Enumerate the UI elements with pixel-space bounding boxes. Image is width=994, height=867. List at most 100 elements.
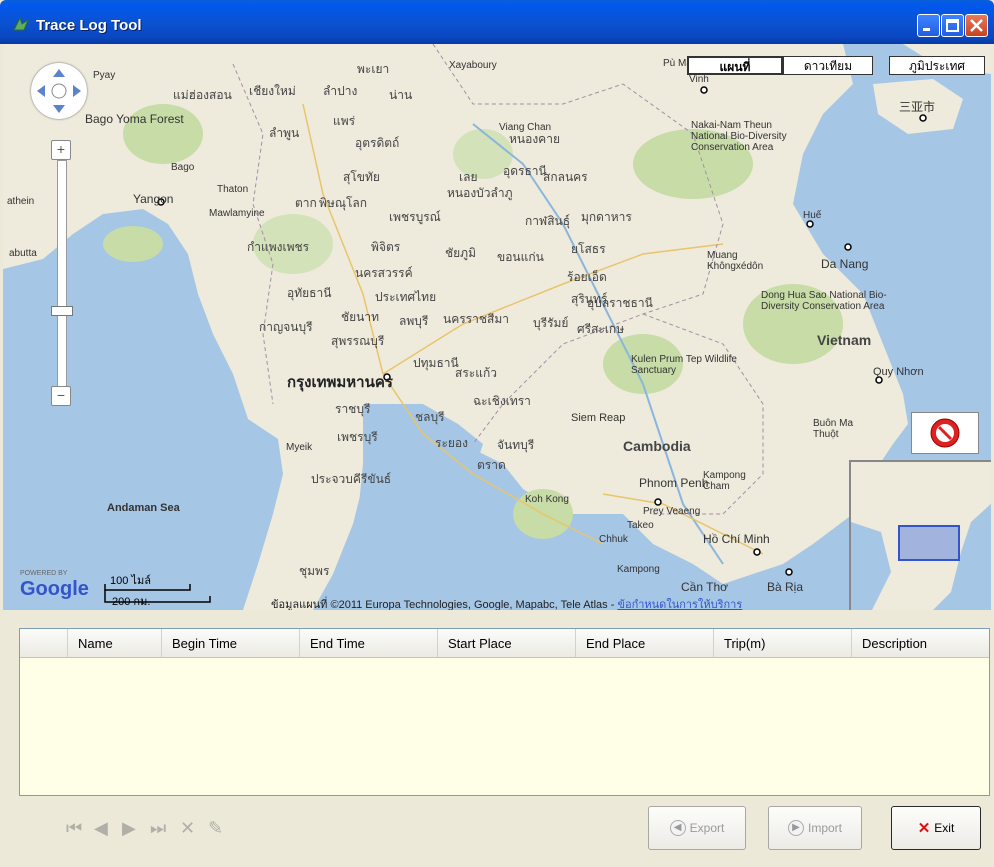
thai-province-label: กาญจนบุรี [259, 320, 313, 334]
maximize-button[interactable] [941, 14, 964, 37]
map-label: Nakai-Nam Theun National Bio-Diversity C… [691, 120, 787, 153]
thai-province-label: นครราชสีมา [443, 312, 509, 326]
grid-body[interactable] [20, 658, 989, 795]
thai-province-label: ฉะเชิงเทรา [473, 394, 531, 408]
thai-province-label: ชุมพร [299, 564, 330, 578]
close-icon [970, 19, 983, 32]
thai-province-label: เพชรบูรณ์ [389, 210, 441, 224]
map-label: Muang Khôngxédôn [707, 250, 764, 272]
thai-province-label: สุพรรณบุรี [331, 334, 385, 348]
thai-province-label: ประเทศไทย [375, 290, 437, 304]
thai-province-label: ลำพูน [269, 126, 300, 140]
thai-province-label: ตราด [477, 458, 506, 472]
map-label: Pyay [93, 70, 116, 81]
map-label: Da Nang [821, 257, 869, 271]
thai-province-label: พิษณุโลก [319, 196, 368, 210]
trip-grid[interactable]: Name Begin Time End Time Start Place End… [19, 628, 990, 796]
thai-province-label: ยโสธร [571, 242, 606, 256]
next-icon[interactable]: ▶ [122, 818, 136, 839]
export-label: Export [689, 821, 725, 835]
exit-x-icon: ✕ [917, 820, 931, 837]
column-header-end-place[interactable]: End Place [576, 629, 714, 657]
first-icon[interactable]: ⏮ [66, 818, 82, 839]
minimize-button[interactable] [917, 14, 940, 37]
map-label: Koh Kong [525, 494, 569, 505]
overview-canvas [851, 462, 991, 610]
map-label: Yangon [133, 192, 174, 206]
splitter[interactable] [0, 610, 994, 624]
thai-province-label: อุดรธานี [503, 164, 547, 178]
map-label: Kampong Cham [703, 470, 746, 492]
prev-icon[interactable]: ◀ [94, 818, 108, 839]
map-label: Andaman Sea [107, 502, 180, 514]
map-scale: POWERED BY Google 100 ไมล์ 200 กม. [20, 568, 280, 608]
thai-province-label: น่าน [389, 88, 413, 102]
thai-province-label: ลพบุรี [399, 314, 429, 328]
last-icon[interactable]: ⏭ [150, 818, 166, 839]
pan-control[interactable] [31, 63, 87, 119]
thai-province-label: แพร่ [333, 114, 356, 128]
map-label: Dong Hua Sao National Bio-Diversity Cons… [761, 290, 887, 312]
thai-province-label: ประจวบคีรีขันธ์ [311, 472, 392, 486]
terms-link[interactable]: ข้อกำหนดในการให้บริการ [617, 599, 742, 610]
map-label: 三亚市 [899, 100, 936, 114]
close-button[interactable] [965, 14, 988, 37]
map-label: Quy Nhơn [873, 366, 924, 378]
column-header-end-time[interactable]: End Time [300, 629, 438, 657]
map-copyright: ข้อมูลแผนที่ ©2011 Europa Technologies, … [271, 595, 742, 610]
thai-province-label: อุทัยธานี [287, 286, 332, 300]
clear-route-button[interactable] [911, 412, 979, 454]
scale-km: 200 กม. [112, 596, 151, 608]
map-label: Vietnam [817, 332, 872, 348]
thai-province-label: ตาก [295, 196, 317, 210]
map-label: athein [7, 196, 35, 207]
thai-province-label: ขอนแก่น [497, 250, 544, 264]
exit-label: Exit [934, 821, 955, 835]
overview-map[interactable] [849, 460, 991, 610]
map-label: Chhuk [599, 534, 628, 545]
bangkok-label: กรุงเทพมหานคร [287, 374, 393, 391]
map-type-terrain-button[interactable]: ภูมิประเทศ [889, 56, 985, 75]
map-label: Vinh [689, 74, 709, 85]
column-header-start-place[interactable]: Start Place [438, 629, 576, 657]
thai-province-label: ชลบุรี [415, 410, 445, 424]
column-header-trip[interactable]: Trip(m) [714, 629, 852, 657]
thai-province-label: ร้อยเอ็ด [567, 270, 607, 284]
thai-province-label: ชัยนาท [341, 310, 380, 324]
grid-header: Name Begin Time End Time Start Place End… [20, 629, 989, 658]
map-label: Bago Yoma Forest [85, 112, 184, 126]
map-label: Bà Rịa [767, 580, 804, 594]
exit-button[interactable]: ✕ Exit [891, 806, 981, 850]
thai-province-label: สระแก้ว [455, 366, 497, 380]
delete-icon[interactable]: ✕ [180, 818, 195, 839]
map-label: Bago [171, 162, 195, 173]
column-header-description[interactable]: Description [852, 629, 989, 657]
zoom-in-button[interactable]: + [51, 140, 71, 160]
maximize-icon [946, 19, 959, 32]
map-type-map-button[interactable]: แผนที่ [687, 56, 783, 75]
minimize-icon [923, 28, 930, 31]
edit-icon[interactable]: ✎ [208, 818, 223, 839]
arrow-right-icon: ▶ [787, 820, 804, 836]
window-title: Trace Log Tool [36, 17, 142, 34]
import-button[interactable]: ▶ Import [768, 806, 862, 850]
map-view[interactable]: Bago Yoma Forest Yangon Mawlamyine Thato… [3, 44, 991, 610]
thai-province-label: ศรีสะเกษ [577, 322, 625, 336]
zoom-out-button[interactable]: − [51, 386, 71, 406]
column-header-name[interactable]: Name [68, 629, 162, 657]
column-header-begin-time[interactable]: Begin Time [162, 629, 300, 657]
map-type-satellite-button[interactable]: ดาวเทียม [783, 56, 873, 75]
map-label: Phnom Penh [639, 476, 709, 490]
row-header-cell [20, 629, 68, 657]
copyright-text: ข้อมูลแผนที่ ©2011 Europa Technologies, … [271, 599, 615, 610]
thai-province-label: กำแพงเพชร [247, 240, 310, 254]
thai-province-label: หนองคาย [509, 132, 560, 146]
zoom-slider-track[interactable] [57, 160, 67, 402]
thai-province-label: นครสวรรค์ [355, 266, 413, 280]
map-label: Xayaboury [449, 60, 497, 71]
thai-province-label: หนองบัวลำภู [447, 186, 513, 200]
thai-province-label: แม่ฮ่องสอน [173, 88, 232, 102]
zoom-slider-thumb[interactable] [51, 306, 73, 316]
export-button[interactable]: ◀ Export [648, 806, 746, 850]
record-navigator: ⏮ ◀ ▶ ⏭ ✕ ✎ [66, 818, 244, 844]
